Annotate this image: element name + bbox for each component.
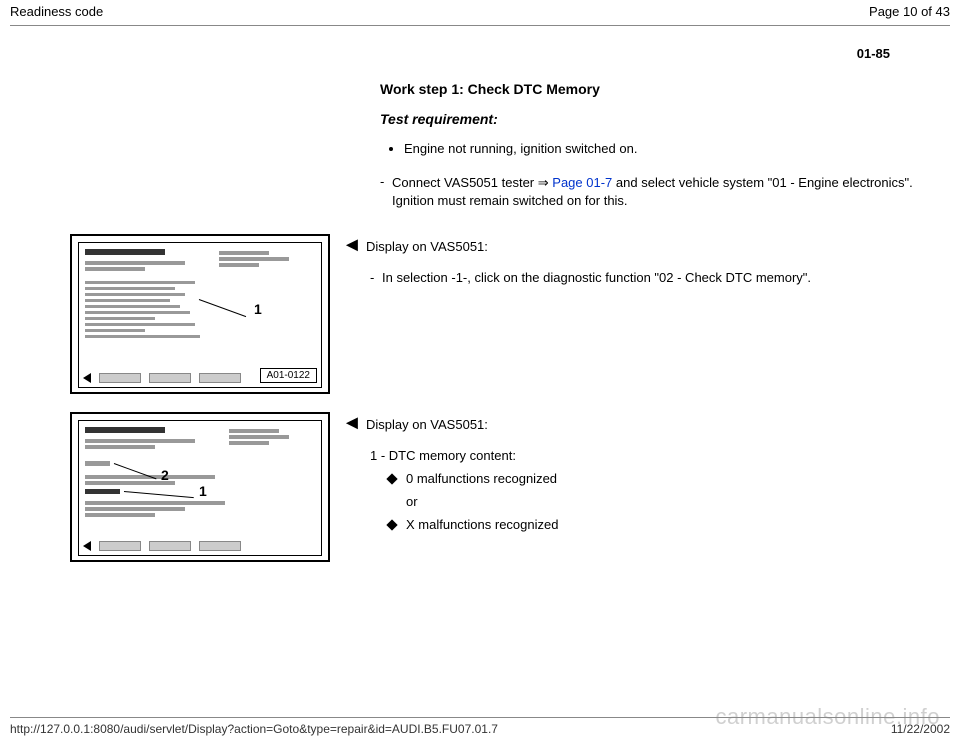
link-arrow-icon: ⇒ [538,175,549,190]
vas5051-screenshot-1: 1 A01-0122 [70,234,330,394]
display-label: Display on VAS5051: [366,239,488,254]
scroll-button [199,373,241,383]
footer-date: 11/22/2002 [891,722,950,736]
diamond-bullet-icon [386,519,397,530]
requirement-bullet: Engine not running, ignition switched on… [404,141,920,156]
connect-pre: Connect VAS5051 tester [392,175,538,190]
test-requirement-label: Test requirement: [380,111,920,127]
section-code: 01-85 [40,46,920,61]
scroll-button [149,373,191,383]
scroll-left-icon [83,541,91,551]
dtc-memory-content-label: 1 - DTC memory content: [370,447,516,465]
callout-1: 1 [199,483,207,499]
header-divider [10,25,950,26]
footer-url: http://127.0.0.1:8080/audi/servlet/Displ… [10,722,498,736]
display-label: Display on VAS5051: [366,417,488,432]
left-arrow-icon: ◄ [342,234,366,257]
diamond-bullet-icon [386,473,397,484]
instruction-text: In selection -1-, click on the diagnosti… [382,269,811,287]
vas5051-screenshot-2: 2 1 [70,412,330,562]
page-link[interactable]: Page 01-7 [552,175,612,190]
figure-ref: A01-0122 [260,368,317,383]
header-title: Readiness code [10,4,103,19]
or-text: or [406,494,920,509]
zero-malfunctions-text: 0 malfunctions recognized [406,471,557,486]
callout-2: 2 [161,467,169,483]
left-arrow-icon: ◄ [342,412,366,435]
scroll-button [149,541,191,551]
x-malfunctions-text: X malfunctions recognized [406,517,558,532]
scroll-left-icon [83,373,91,383]
dash-marker: - [370,269,382,287]
connect-instruction: Connect VAS5051 tester ⇒ Page 01-7 and s… [392,174,920,209]
header-pagination: Page 10 of 43 [869,4,950,19]
scroll-button [199,541,241,551]
scroll-button [99,373,141,383]
dash-marker: - [380,174,392,209]
work-step-heading: Work step 1: Check DTC Memory [380,81,920,97]
callout-1: 1 [254,301,262,317]
scroll-button [99,541,141,551]
